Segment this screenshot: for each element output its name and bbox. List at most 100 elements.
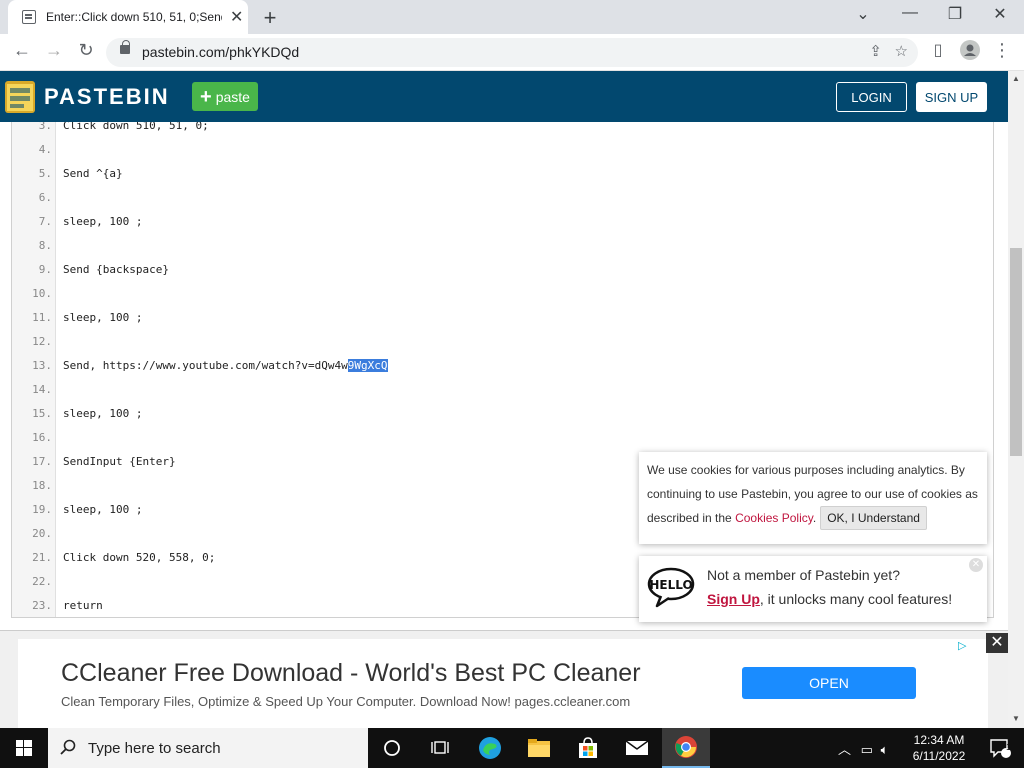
tab-title: Enter::Click down 510, 51, 0;Send: [46, 10, 222, 24]
code-line: 12.: [12, 335, 993, 359]
ad-title[interactable]: CCleaner Free Download - World's Best PC…: [61, 659, 641, 688]
profile-avatar-icon[interactable]: [958, 40, 982, 65]
site-header: PASTEBIN + paste LOGIN SIGN UP: [0, 71, 1008, 122]
edge-browser-icon[interactable]: [466, 728, 514, 768]
line-number: 9.: [38, 263, 52, 276]
address-bar[interactable]: pastebin.com/phkYKDQd ⇪ ☆: [106, 38, 918, 67]
close-promo-icon[interactable]: ✕: [969, 558, 983, 572]
show-hidden-icons-icon[interactable]: ︿: [838, 742, 851, 757]
ad-open-button[interactable]: OPEN: [742, 667, 916, 699]
lock-icon[interactable]: [120, 40, 130, 54]
menu-kebab-icon[interactable]: ⋮: [990, 40, 1014, 61]
mail-icon[interactable]: [613, 728, 661, 768]
task-view-icon[interactable]: [416, 728, 464, 768]
plus-icon: +: [200, 85, 212, 108]
selected-text[interactable]: 9WgXcQ: [347, 359, 388, 372]
cookie-period: .: [812, 511, 817, 525]
code-line: 15. sleep, 100 ;: [12, 407, 993, 431]
line-number: 20.: [32, 527, 52, 540]
line-text[interactable]: Click down 510, 51, 0;: [63, 122, 209, 132]
ad-banner-area: CCleaner Free Download - World's Best PC…: [0, 630, 1008, 729]
scrollbar-thumb[interactable]: [1010, 248, 1022, 456]
back-arrow-icon[interactable]: ←: [10, 40, 34, 61]
line-number: 13.: [32, 359, 52, 372]
line-text[interactable]: sleep, 100 ;: [63, 503, 142, 516]
line-number: 10.: [32, 287, 52, 300]
line-number: 14.: [32, 383, 52, 396]
cookie-text-line: continuing to use Pastebin, you agree to…: [647, 487, 978, 501]
search-placeholder[interactable]: Type here to search: [88, 740, 221, 757]
line-text-plain[interactable]: Send, https://www.youtube.com/watch?v=dQ…: [63, 359, 348, 372]
code-line: 7. sleep, 100 ;: [12, 215, 993, 239]
ad-subtitle[interactable]: Clean Temporary Files, Optimize & Speed …: [61, 694, 630, 709]
adchoices-icon[interactable]: ▷: [958, 639, 966, 652]
line-number: 15.: [32, 407, 52, 420]
line-text[interactable]: return: [63, 599, 103, 612]
member-pitch: Sign Up, it unlocks many cool features!: [707, 591, 952, 607]
signup-link[interactable]: Sign Up: [707, 591, 760, 607]
accept-cookies-button[interactable]: OK, I Understand: [820, 506, 927, 530]
line-number: 5.: [38, 167, 52, 180]
code-line: 13. Send, https://www.youtube.com/watch?v…: [12, 359, 993, 383]
tab-search-icon[interactable]: ⌄: [848, 4, 878, 24]
share-icon[interactable]: ⇪: [869, 42, 882, 60]
line-text[interactable]: Send {backspace}: [63, 263, 169, 276]
line-number: 18.: [32, 479, 52, 492]
login-button[interactable]: LOGIN: [836, 82, 907, 112]
code-line: 8.: [12, 239, 993, 263]
line-text[interactable]: Send ^{a}: [63, 167, 123, 180]
clock-date: 6/11/2022: [912, 749, 966, 763]
cookie-text: described in the: [647, 511, 736, 525]
ad-banner[interactable]: CCleaner Free Download - World's Best PC…: [18, 639, 988, 729]
volume-icon[interactable]: 🔈︎: [881, 742, 889, 757]
line-number: 12.: [32, 335, 52, 348]
line-text[interactable]: sleep, 100 ;: [63, 215, 142, 228]
system-clock[interactable]: 12:34 AM 6/11/2022: [908, 732, 970, 764]
signup-promo: HELLO Not a member of Pastebin yet? Sign…: [639, 556, 987, 622]
cookie-notice: We use cookies for various purposes incl…: [639, 452, 987, 544]
svg-text:HELLO: HELLO: [649, 578, 692, 592]
taskbar-search-box[interactable]: Type here to search: [48, 728, 368, 768]
file-explorer-icon[interactable]: [515, 728, 563, 768]
url-text[interactable]: pastebin.com/phkYKDQd: [142, 44, 299, 60]
forward-arrow-icon[interactable]: →: [42, 40, 66, 61]
new-tab-button[interactable]: +: [258, 5, 282, 31]
line-number: 3.: [38, 122, 52, 132]
cortana-icon[interactable]: [368, 728, 416, 768]
signup-button[interactable]: SIGN UP: [916, 82, 987, 112]
tab-close-icon[interactable]: ✕: [230, 7, 243, 27]
cookies-policy-link[interactable]: Cookies Policy: [735, 511, 813, 525]
line-number: 23.: [32, 599, 52, 612]
code-line: 6.: [12, 191, 993, 215]
pastebin-logo[interactable]: [4, 77, 36, 115]
brand-name[interactable]: PASTEBIN: [44, 84, 170, 110]
line-number: 4.: [38, 143, 52, 156]
line-number: 16.: [32, 431, 52, 444]
line-text[interactable]: Click down 520, 558, 0;: [63, 551, 215, 564]
reload-icon[interactable]: ↻: [74, 40, 98, 61]
browser-tab[interactable]: Enter::Click down 510, 51, 0;Send ✕: [8, 0, 248, 34]
new-paste-button[interactable]: + paste: [192, 82, 258, 111]
minimize-button[interactable]: —: [895, 4, 925, 22]
line-text[interactable]: sleep, 100 ;: [63, 407, 142, 420]
network-icon[interactable]: ▭: [861, 742, 873, 757]
line-text[interactable]: Send, https://www.youtube.com/watch?v=dQ…: [63, 359, 388, 372]
bookmark-star-icon[interactable]: ☆: [895, 42, 908, 60]
windows-start-icon[interactable]: [0, 728, 48, 768]
system-tray[interactable]: ︿ ▭ 🔈︎: [838, 739, 888, 758]
scroll-up-arrow-icon[interactable]: ▲: [1008, 74, 1024, 83]
chrome-taskbar-icon[interactable]: [662, 728, 710, 768]
close-window-button[interactable]: ✕: [985, 4, 1015, 24]
line-text[interactable]: sleep, 100 ;: [63, 311, 142, 324]
code-line: 14.: [12, 383, 993, 407]
side-panel-icon[interactable]: ▯: [926, 40, 950, 60]
restore-button[interactable]: ❐: [940, 4, 970, 24]
ad-close-icon[interactable]: ✕: [986, 633, 1008, 653]
clock-time: 12:34 AM: [913, 733, 965, 747]
microsoft-store-icon[interactable]: [564, 728, 612, 768]
notification-center-icon[interactable]: 1: [976, 728, 1024, 768]
line-number: 17.: [32, 455, 52, 468]
line-text[interactable]: SendInput {Enter}: [63, 455, 176, 468]
code-line: 9. Send {backspace}: [12, 263, 993, 287]
scroll-down-arrow-icon[interactable]: ▼: [1008, 714, 1024, 723]
